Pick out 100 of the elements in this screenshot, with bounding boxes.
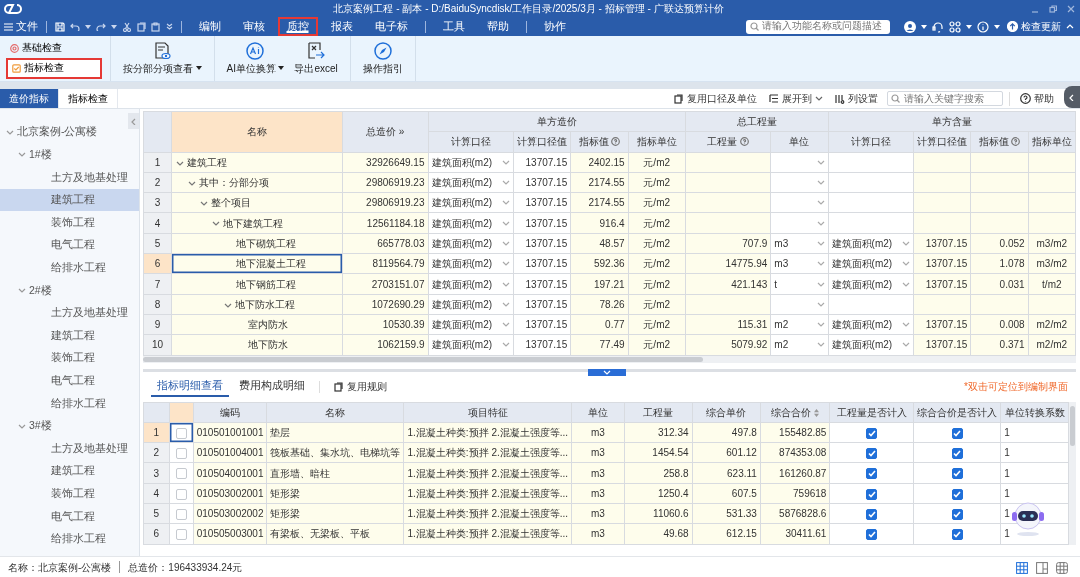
help-button[interactable]: 帮助	[1014, 89, 1060, 108]
tree-item[interactable]: 建筑工程	[0, 324, 139, 347]
tree-item[interactable]: 给排水工程	[0, 392, 139, 415]
tree-item[interactable]: 电气工程	[0, 369, 139, 393]
reuse-button[interactable]: 复用口径及单位	[668, 89, 763, 108]
collapse-button[interactable]	[1064, 86, 1080, 108]
menu-tab[interactable]: 报表	[321, 17, 362, 36]
checkbox[interactable]	[175, 509, 187, 521]
checkbox[interactable]	[866, 427, 878, 439]
column-header: 名称	[267, 402, 404, 423]
ribbon-button[interactable]: 操作指引	[360, 41, 405, 76]
view-tab[interactable]: 造价指标	[0, 89, 59, 108]
chevron-down-icon	[902, 341, 911, 349]
tree-item[interactable]: 建筑工程	[0, 459, 139, 483]
status-text: 总造价：196433934.24元	[128, 560, 243, 575]
caret-icon	[110, 24, 117, 29]
cut-icon[interactable]	[121, 21, 132, 32]
chevron-down-icon	[816, 300, 825, 308]
checkbox[interactable]	[951, 529, 963, 541]
headset-icon[interactable]	[931, 20, 944, 33]
document-eye-icon	[153, 41, 172, 60]
tree-item[interactable]: 北京案例-公寓楼	[0, 121, 139, 144]
checkbox[interactable]	[866, 448, 878, 460]
ribbon-button[interactable]: AI单位换算	[224, 41, 287, 76]
checkbox[interactable]	[175, 488, 187, 500]
chevron-down-icon	[18, 151, 26, 159]
ribbon-button[interactable]: 按分部分项查看	[121, 41, 204, 76]
checkbox[interactable]	[866, 529, 878, 541]
chevron-down-icon	[18, 422, 26, 430]
checkbox[interactable]	[175, 468, 187, 480]
checkbox[interactable]	[866, 468, 878, 480]
tree-item[interactable]: 土方及地基处理	[0, 166, 139, 189]
tree-item[interactable]: 装饰工程	[0, 211, 139, 234]
search-field[interactable]: 请输入功能名称或问题描述	[745, 19, 890, 34]
menu-tab[interactable]: 电子标	[365, 17, 417, 36]
chevron-down-icon	[501, 341, 510, 349]
chevron-down-icon	[200, 200, 209, 208]
menu-tab[interactable]: 审核	[233, 17, 274, 36]
info-icon[interactable]	[976, 20, 989, 33]
tree-item[interactable]: 2#楼	[0, 279, 139, 302]
tree-item[interactable]: 装饰工程	[0, 346, 139, 370]
apps-icon[interactable]	[948, 20, 961, 33]
detail-tab[interactable]: 费用构成明细	[233, 375, 311, 398]
columns-icon	[835, 93, 845, 104]
checkbox[interactable]	[175, 529, 187, 541]
menu-icon	[4, 22, 13, 31]
menu-tab[interactable]: 编制	[189, 17, 230, 36]
checkbox[interactable]	[951, 468, 963, 480]
close-icon[interactable]	[1067, 4, 1075, 13]
tree-item[interactable]: 土方及地基处理	[0, 301, 139, 325]
vertical-scrollbar[interactable]	[1069, 401, 1076, 545]
search-field[interactable]: 请输入关键字搜索	[886, 91, 1003, 106]
expand-to-dropdown[interactable]: 展开到	[763, 89, 829, 108]
check-item[interactable]: 指标检查	[6, 58, 102, 79]
column-group-header: 单方造价	[428, 111, 686, 132]
menu-tab[interactable]: 工具	[433, 17, 474, 36]
horizontal-scrollbar[interactable]	[143, 355, 1076, 363]
checkbox[interactable]	[175, 427, 187, 439]
reuse-rule-button[interactable]: 复用规则	[328, 379, 393, 395]
tree-item[interactable]: 建筑工程	[0, 188, 139, 212]
chevron-down-icon	[501, 260, 510, 268]
file-menu[interactable]: 文件	[4, 18, 38, 35]
caret-icon	[84, 24, 91, 29]
checkbox[interactable]	[951, 488, 963, 500]
column-header: 总造价 »	[342, 111, 428, 153]
restore-icon[interactable]	[1049, 4, 1057, 13]
checkbox[interactable]	[951, 448, 963, 460]
tree-item[interactable]: 给排水工程	[0, 527, 139, 551]
check-item[interactable]: 基础检查	[6, 40, 102, 57]
paste-icon[interactable]	[150, 21, 161, 32]
more-icon[interactable]	[165, 22, 173, 31]
tree-item[interactable]: 3#楼	[0, 414, 139, 438]
menu-tab[interactable]: 协作	[534, 17, 575, 36]
redo-icon[interactable]	[95, 22, 106, 31]
tree-item[interactable]: 1#楼	[0, 143, 139, 167]
caret-icon	[965, 24, 972, 29]
column-settings-button[interactable]: 列设置	[829, 89, 884, 108]
chevron-down-icon	[902, 321, 911, 329]
chevron-up-icon[interactable]	[1065, 23, 1074, 30]
column-header: 工程量	[624, 402, 692, 423]
checkbox[interactable]	[866, 509, 878, 521]
check-update-button[interactable]: 检查更新	[1007, 19, 1061, 34]
checkbox[interactable]	[951, 427, 963, 439]
tree-item[interactable]: 土方及地基处理	[0, 437, 139, 460]
ribbon-button[interactable]: 导出excel	[292, 41, 340, 76]
tree-item[interactable]: 电气工程	[0, 505, 139, 528]
checkbox[interactable]	[175, 448, 187, 460]
checkbox[interactable]	[951, 509, 963, 521]
checkbox[interactable]	[866, 488, 878, 500]
user-icon[interactable]	[903, 20, 916, 33]
tree-item[interactable]: 给排水工程	[0, 256, 139, 280]
undo-icon[interactable]	[69, 22, 80, 31]
tree-item[interactable]: 电气工程	[0, 233, 139, 257]
detail-tab[interactable]: 指标明细查看	[151, 375, 229, 398]
menu-tab[interactable]: 质控	[277, 17, 318, 36]
tree-item[interactable]: 装饰工程	[0, 482, 139, 506]
menu-tab[interactable]: 帮助	[477, 17, 518, 36]
save-icon[interactable]	[54, 21, 65, 32]
copy-icon[interactable]	[136, 21, 146, 32]
toggle-panel-button[interactable]	[588, 368, 626, 376]
